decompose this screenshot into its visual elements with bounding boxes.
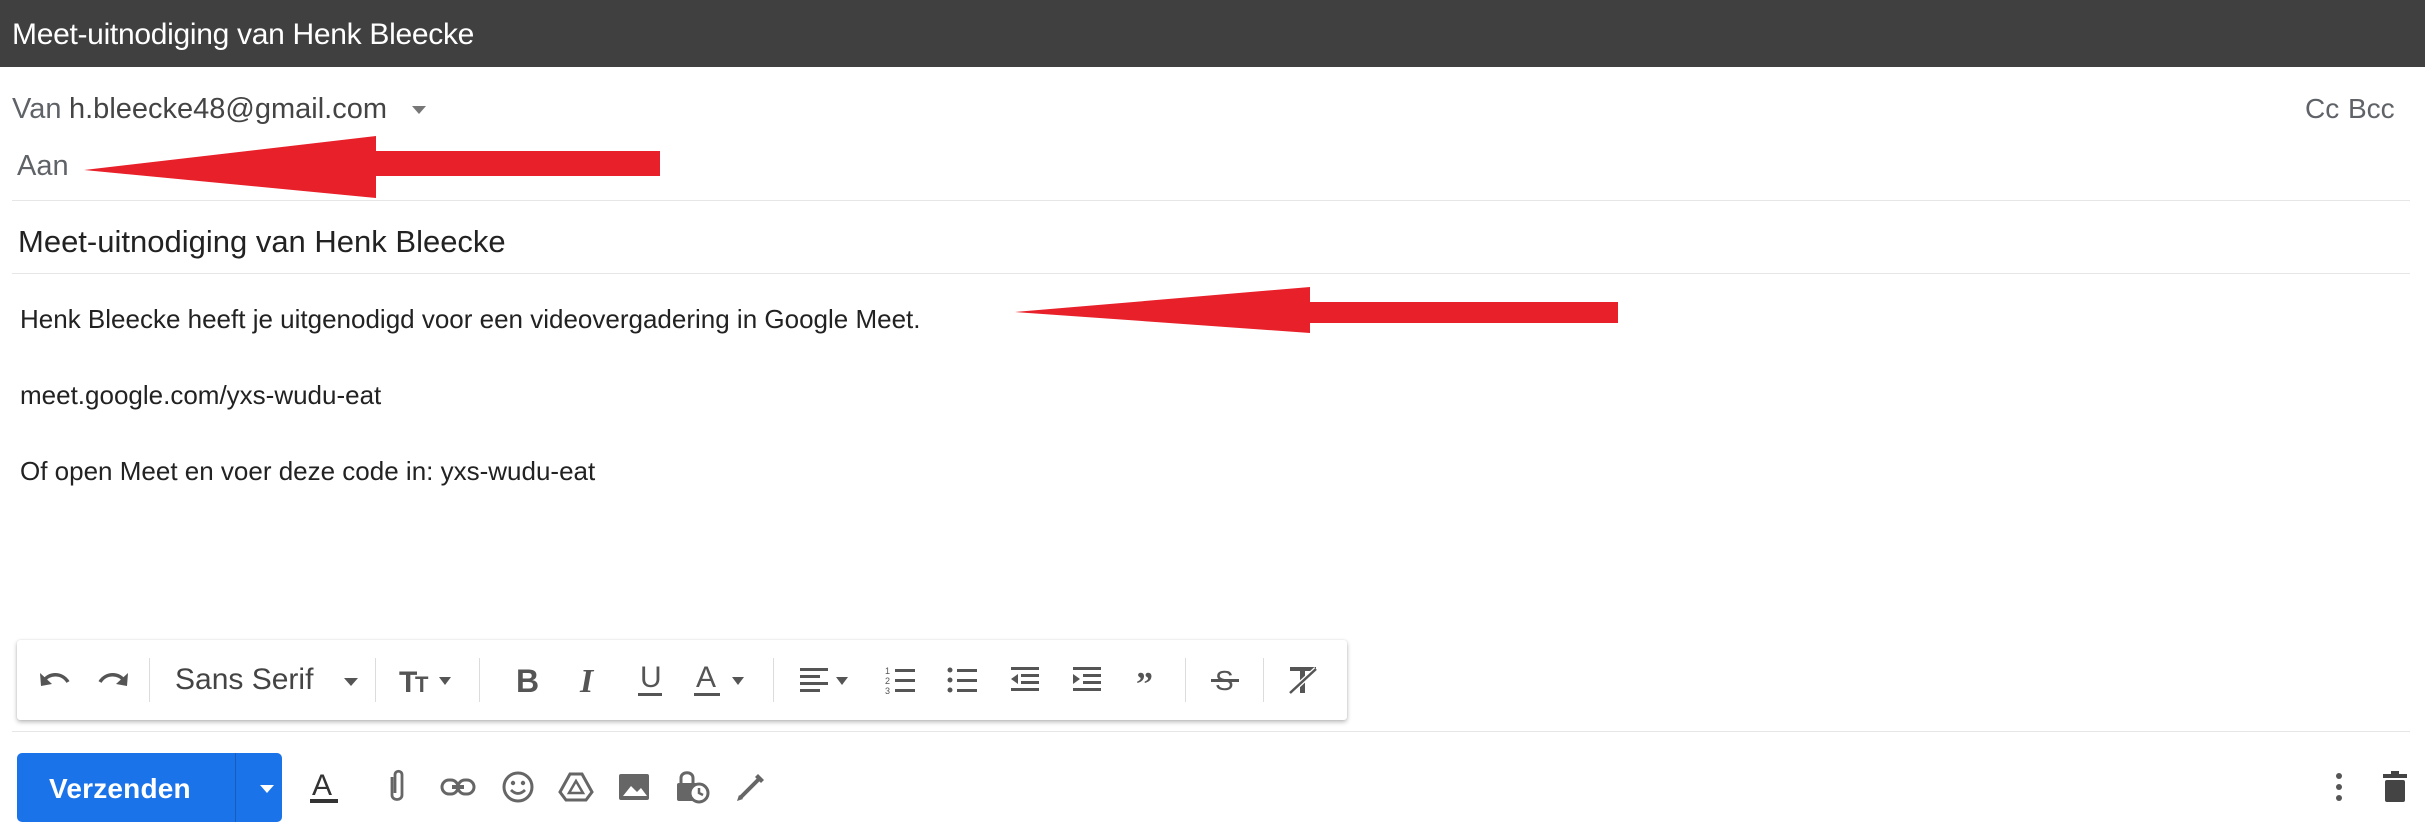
annotation-arrow-body: [1015, 287, 1618, 333]
send-button-label: Verzenden: [49, 773, 191, 804]
from-dropdown-caret-icon[interactable]: [412, 106, 426, 114]
svg-text:A: A: [696, 662, 716, 694]
font-family-caret-icon[interactable]: [344, 678, 358, 686]
svg-text:2: 2: [885, 676, 890, 686]
drive-icon[interactable]: [551, 762, 601, 812]
svg-text:”: ”: [1136, 666, 1153, 695]
text-color-icon[interactable]: A: [683, 640, 763, 720]
formatting-options-icon[interactable]: A: [299, 762, 349, 812]
photo-icon[interactable]: [609, 762, 659, 812]
toolbar-separator: [773, 658, 774, 702]
italic-icon[interactable]: I: [561, 640, 617, 720]
emoji-icon[interactable]: [493, 762, 543, 812]
font-family-select[interactable]: Sans Serif: [175, 663, 313, 697]
compose-titlebar[interactable]: Meet-uitnodiging van Henk Bleecke: [0, 0, 2425, 67]
discard-icon[interactable]: [2370, 762, 2420, 812]
annotation-arrow-to: [84, 136, 660, 198]
subject-field[interactable]: Meet-uitnodiging van Henk Bleecke: [18, 224, 506, 260]
from-label: Van: [12, 93, 62, 125]
cc-link[interactable]: Cc: [2305, 93, 2339, 125]
subject-divider: [12, 273, 2410, 274]
indent-more-icon[interactable]: [1059, 640, 1115, 720]
signature-icon[interactable]: [726, 762, 776, 812]
link-icon[interactable]: [433, 762, 483, 812]
bulleted-list-icon[interactable]: [935, 640, 991, 720]
toolbar-separator: [479, 658, 480, 702]
indent-less-icon[interactable]: [997, 640, 1053, 720]
send-split-divider: [235, 753, 236, 822]
body-line-meet-code: Of open Meet en voer deze code in: yxs-w…: [20, 456, 596, 486]
more-options-icon[interactable]: [2314, 762, 2364, 812]
svg-text:3: 3: [885, 686, 890, 696]
send-options-caret-icon[interactable]: [260, 785, 274, 793]
svg-text:T: T: [415, 672, 429, 696]
confidential-mode-icon[interactable]: [667, 762, 717, 812]
send-button[interactable]: Verzenden: [17, 753, 282, 822]
toolbar-separator: [1185, 658, 1186, 702]
redo-icon[interactable]: [89, 640, 137, 720]
attach-icon[interactable]: [372, 762, 422, 812]
bold-icon[interactable]: B: [499, 640, 555, 720]
underline-icon[interactable]: U: [622, 640, 678, 720]
compose-title: Meet-uitnodiging van Henk Bleecke: [12, 18, 475, 51]
font-size-icon[interactable]: TT: [389, 640, 469, 720]
svg-text:I: I: [579, 663, 595, 697]
formatting-toolbar: Sans Serif TT B I U A 123 ” S: [17, 640, 1347, 720]
bcc-link[interactable]: Bcc: [2348, 93, 2395, 125]
svg-text:A: A: [312, 769, 332, 802]
from-address[interactable]: h.bleecke48@gmail.com: [69, 93, 387, 126]
to-label: Aan: [17, 150, 69, 182]
remove-formatting-icon[interactable]: [1275, 640, 1331, 720]
body-line-meet-link[interactable]: meet.google.com/yxs-wudu-eat: [20, 380, 381, 411]
toolbar-separator: [1263, 658, 1264, 702]
undo-icon[interactable]: [31, 640, 79, 720]
numbered-list-icon[interactable]: 123: [873, 640, 929, 720]
toolbar-separator: [375, 658, 376, 702]
toolbar-divider: [12, 731, 2410, 732]
align-icon[interactable]: [787, 640, 867, 720]
body-line-invite: Henk Bleecke heeft je uitgenodigd voor e…: [20, 304, 921, 334]
svg-text:U: U: [640, 662, 662, 694]
svg-text:1: 1: [885, 666, 890, 676]
toolbar-separator: [149, 658, 150, 702]
svg-text:B: B: [516, 663, 539, 697]
quote-icon[interactable]: ”: [1121, 640, 1177, 720]
strikethrough-icon[interactable]: S: [1197, 640, 1253, 720]
